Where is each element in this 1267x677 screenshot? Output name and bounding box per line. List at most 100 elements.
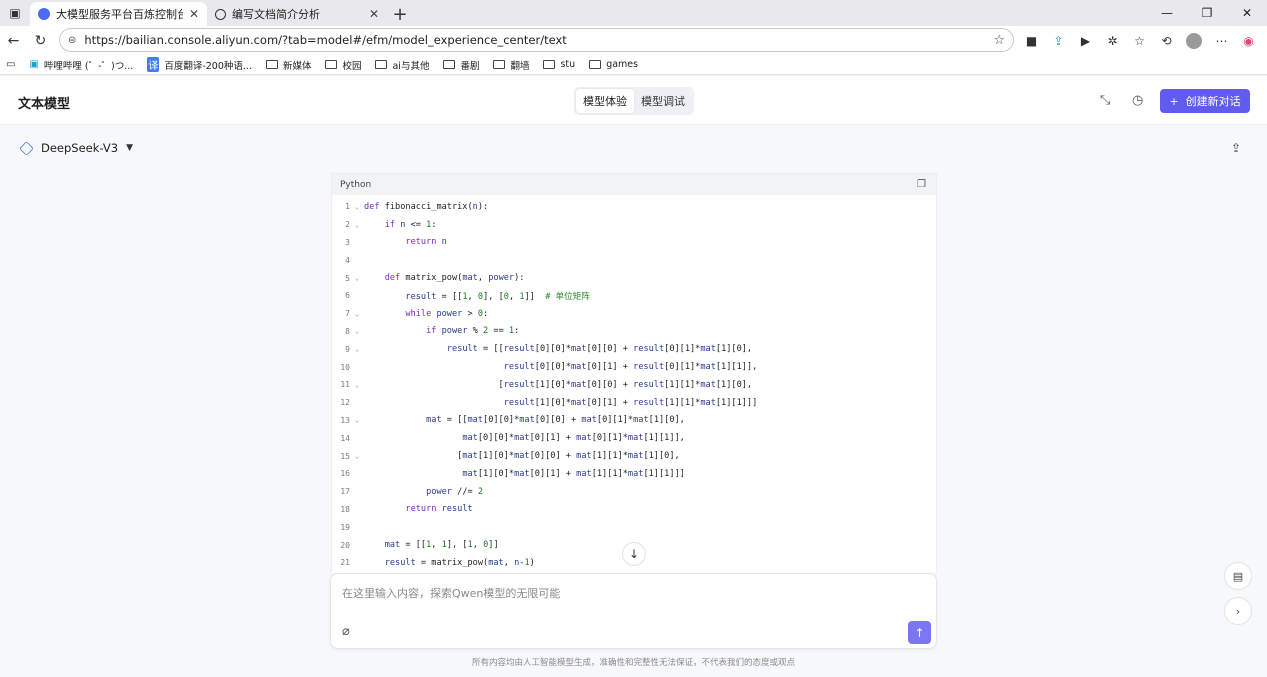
code-line: 3 return n [332,234,936,252]
code-token: , [431,540,442,551]
tab-inactive[interactable]: 编写文档简介分析 ✕ [207,2,387,26]
code-token: [ [364,451,463,462]
model-selector[interactable]: DeepSeek-V3 ▼ [19,140,133,156]
code-token: [1][0], [715,379,753,390]
more-menu-icon[interactable]: ⋯ [1208,26,1235,55]
share-icon[interactable]: ⇪ [1231,141,1241,155]
code-token: [1][0], [648,415,685,426]
collapse-icon[interactable]: ⤡ [1100,93,1110,108]
close-icon[interactable]: ✕ [189,7,199,21]
fold-chevron-icon[interactable]: ⌄ [350,310,364,318]
folder-icon [375,60,388,69]
fold-chevron-icon[interactable]: ⌄ [350,203,364,211]
code-token: [0][1]* [596,415,634,426]
new-tab-icon[interactable]: + [387,2,413,26]
scroll-down-icon[interactable]: ↓ [622,542,646,566]
bookmark-label: 哔哩哔哩 (゜-゜)つ... [43,60,134,72]
history-clock-icon[interactable]: ◷ [1132,93,1143,108]
reload-icon[interactable]: ↻ [27,27,54,54]
bookmark-folder[interactable]: 新媒体 [265,58,311,72]
send-button[interactable]: ↑ [908,621,931,644]
code-token: mat [633,415,649,426]
bookmark-reading-list[interactable]: ▭ [6,59,15,70]
tab-model-debug[interactable]: 模型调试 [634,89,692,113]
bookmark-folder[interactable]: 校园 [325,58,361,72]
extension-icon[interactable]: ■ [1018,26,1045,55]
bookmarks-bar: ▭ ▣ 哔哩哔哩 (゜-゜)つ... 译百度翻译-200种语... 新媒体 校园 … [0,55,1267,75]
code-token: [1][1]], [715,362,758,373]
attachment-icon[interactable]: ⌀ [342,624,350,639]
code-token: = [[ [441,291,463,302]
code-token: [1][1]* [591,451,628,462]
bookmark-folder[interactable]: 翻墙 [493,58,529,72]
line-number: 4 [345,255,350,265]
code-token: = [[ [405,540,427,551]
line-number: 5 [345,273,350,283]
media-play-icon[interactable]: ▶ [1072,26,1099,55]
close-icon[interactable]: ✕ [369,7,379,21]
profile-avatar[interactable] [1186,32,1202,49]
code-token: : [514,326,520,337]
code-token: if [384,219,401,230]
back-icon[interactable]: ← [0,27,27,54]
minimize-icon[interactable]: — [1147,0,1187,26]
history-icon[interactable]: ⟲ [1153,26,1180,55]
sidebar-toggle-icon[interactable]: ▣ [0,0,30,26]
line-number: 8 [345,326,350,336]
code-token: [0][1]* [591,433,628,444]
translate-icon[interactable]: ⇪ [1045,26,1072,55]
code-token: result [441,504,473,515]
tab-model-experience[interactable]: 模型体验 [576,89,634,113]
line-number: 6 [345,291,350,301]
disclaimer-text: 所有内容均由人工智能模型生成，准确性和完整性无法保证，不代表我们的态度或观点 [471,658,795,668]
favorites-icon[interactable]: ☆ [1126,26,1153,55]
code-token: [ [364,379,504,390]
site-info-icon[interactable]: ⊜ [68,35,76,46]
new-chat-label: 创建新对话 [1185,95,1241,108]
fold-chevron-icon[interactable]: ⌄ [350,452,364,460]
chat-input[interactable]: 在这里输入内容，探索Qwen模型的无限可能 ⌀ ↑ [330,573,937,649]
code-token: mat [627,433,644,444]
favorite-star-icon[interactable]: ☆ [993,33,1005,48]
copy-icon[interactable]: ❐ [917,179,926,190]
address-bar[interactable]: ⊜ https://bailian.console.aliyun.com/?ta… [59,28,1014,52]
code-token: mat [576,433,592,444]
restore-icon[interactable]: ❐ [1187,0,1227,26]
chevron-right-icon[interactable]: › [1224,597,1252,625]
bookmark-folder[interactable]: stu [543,59,575,70]
code-line: 2 ⌄ if n <= 1: [332,216,936,234]
bookmark-baidu-translate[interactable]: 译百度翻译-200种语... [147,57,252,72]
code-token: [0][1]* [664,344,701,355]
copilot-icon[interactable]: ◉ [1235,26,1262,55]
tab-active[interactable]: 大模型服务平台百炼控制台 ✕ [30,2,207,26]
line-number: 19 [340,522,350,532]
code-text: mat[1][0]*mat[0][1] + mat[1][1]*mat[1][1… [364,469,685,479]
code-token: = [[ [483,344,504,355]
fold-chevron-icon[interactable]: ⌄ [350,221,364,229]
code-token: [0][0] + [529,451,577,462]
document-icon[interactable]: ▤ [1224,562,1252,590]
fold-chevron-icon[interactable]: ⌄ [350,345,364,353]
bookmark-folder[interactable]: 番剧 [443,58,479,72]
fold-chevron-icon[interactable]: ⌄ [350,327,364,335]
new-chat-button[interactable]: + 创建新对话 [1160,89,1250,113]
code-token: mat [627,451,644,462]
code-token: if [426,326,442,337]
fold-chevron-icon[interactable]: ⌄ [350,274,364,282]
bookmark-folder[interactable]: ai与其他 [375,58,429,72]
bookmark-bilibili[interactable]: ▣ 哔哩哔哩 (゜-゜)つ... [29,58,133,72]
fold-chevron-icon[interactable]: ⌄ [350,416,364,424]
code-line: 16 mat[1][0]*mat[0][1] + mat[1][1]*mat[1… [332,465,936,483]
navigation-bar: ← ↻ ⊜ https://bailian.console.aliyun.com… [0,26,1267,55]
folder-icon [325,60,338,69]
window-close-icon[interactable]: ✕ [1227,0,1267,26]
fold-chevron-icon[interactable]: ⌄ [350,381,364,389]
bookmark-folder[interactable]: games [589,59,638,70]
code-token: result [503,344,535,355]
extensions-puzzle-icon[interactable]: ✲ [1099,26,1126,55]
code-token: [0][1] + [529,468,577,479]
